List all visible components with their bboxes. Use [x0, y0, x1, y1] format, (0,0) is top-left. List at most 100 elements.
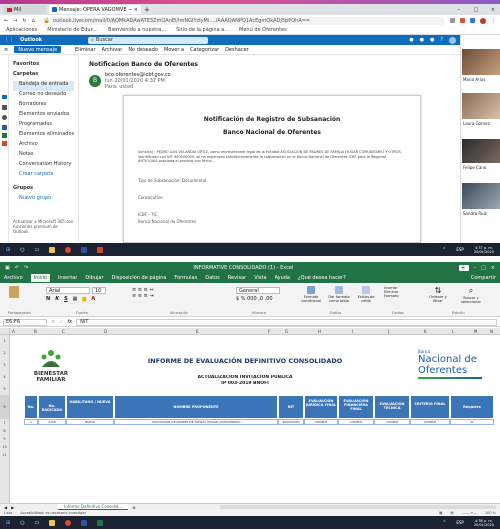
folder-item[interactable]: Elementos eliminados: [13, 131, 74, 141]
bold-button[interactable]: N: [46, 296, 50, 302]
app-launcher-icon[interactable]: ⋮⋮: [4, 37, 14, 43]
table-cell[interactable]: CUMPLE: [410, 419, 450, 425]
prev-sheet-icon[interactable]: ◀: [4, 505, 7, 510]
tray-icon[interactable]: ⌃: [442, 520, 446, 526]
find-select-button[interactable]: ⌕ Buscar y seleccionar: [456, 286, 486, 308]
bookmark[interactable]: Menú de Oferentes: [239, 27, 287, 33]
column-header[interactable]: F: [268, 329, 270, 334]
column-header[interactable]: C: [62, 329, 65, 334]
ribbon-button[interactable]: Categorizar: [190, 47, 219, 53]
menu-icon[interactable]: ⋮: [491, 18, 496, 24]
column-header[interactable]: A: [12, 329, 15, 334]
browser-tab[interactable]: Mil: [4, 5, 46, 14]
table-cell[interactable]: ASOCIACION DE PADRES DE FAMILIA HOGAR CO…: [114, 419, 278, 425]
bookmark[interactable]: Ministerio de Educ...: [47, 27, 98, 33]
task-view-icon[interactable]: ▭: [35, 247, 40, 253]
file-explorer-icon[interactable]: [49, 246, 56, 253]
reload-icon[interactable]: ↻: [22, 18, 26, 24]
row-header[interactable]: 1: [0, 335, 9, 347]
folder-item[interactable]: Elementos enviados: [13, 111, 74, 121]
italic-button[interactable]: K: [55, 296, 59, 302]
name-box[interactable]: E6:F6: [3, 318, 47, 326]
add-sheet-button[interactable]: ⊕: [132, 505, 135, 510]
folder-item[interactable]: Correo no deseado: [13, 91, 74, 101]
table-cell[interactable]: CUMPLE: [374, 419, 410, 425]
bookmark[interactable]: Bienvenido a nuestra...: [108, 27, 166, 33]
folder-item[interactable]: Programados: [13, 121, 74, 131]
ribbon-button[interactable]: Eliminar: [75, 47, 96, 53]
column-header[interactable]: J: [388, 329, 389, 334]
row-header[interactable]: 9: [0, 435, 9, 443]
minimize-icon[interactable]: –: [452, 7, 466, 13]
row-header[interactable]: 4: [0, 371, 9, 383]
gear-icon[interactable]: ●: [430, 37, 434, 43]
maximize-icon[interactable]: □: [469, 7, 483, 13]
maximize-icon[interactable]: □: [481, 265, 486, 271]
zoom-slider[interactable]: –——+—: [462, 511, 477, 515]
table-cell[interactable]: NUEVA: [66, 419, 114, 425]
table-header-cell[interactable]: EVALUACIÓN TÉCNICA: [374, 395, 410, 419]
tab-insert[interactable]: Insertar: [58, 275, 77, 281]
folder-header[interactable]: Grupos: [13, 185, 74, 195]
folder-item[interactable]: Nuevo grupo: [13, 195, 74, 205]
folder-item[interactable]: Bandeja de entrada: [13, 81, 74, 91]
format-table-button[interactable]: Dar formato como tabla: [326, 286, 352, 308]
new-tab-button[interactable]: +: [144, 6, 150, 14]
column-header[interactable]: N: [490, 329, 493, 334]
number-buttons[interactable]: $ % 000 ,0 ,00: [236, 296, 273, 302]
table-header-cell[interactable]: NOMBRE PROPONENTE: [114, 395, 278, 419]
horizontal-scrollbar[interactable]: [219, 505, 496, 509]
tab-formulas[interactable]: Fórmulas: [174, 275, 197, 281]
folder-item[interactable]: Crear carpeta: [13, 171, 74, 181]
task-view-icon[interactable]: ▭: [35, 520, 40, 526]
star-icon[interactable]: [450, 18, 455, 23]
share-button[interactable]: Compartir: [471, 275, 496, 281]
help-icon[interactable]: ?: [440, 37, 443, 43]
chrome-icon[interactable]: [65, 246, 72, 253]
column-header[interactable]: I: [352, 329, 353, 334]
tab-home[interactable]: Inicio: [30, 274, 50, 282]
calendar-icon[interactable]: [2, 105, 7, 110]
excel-icon[interactable]: [2, 133, 7, 138]
folder-item[interactable]: Notas: [13, 151, 74, 161]
table-cell[interactable]: 900000000: [278, 419, 304, 425]
word-icon[interactable]: [81, 246, 88, 253]
search-input[interactable]: ⌕ Buscar: [88, 36, 209, 44]
column-header[interactable]: E: [196, 329, 199, 334]
view-normal-icon[interactable]: ▦: [439, 511, 442, 515]
search-icon[interactable]: ○: [20, 247, 24, 253]
tab-view[interactable]: Vista: [254, 275, 266, 281]
align-icon[interactable]: ≡ ≡ ≡ ⇥: [132, 293, 154, 299]
folder-item[interactable]: Conversation History: [13, 161, 74, 171]
language-indicator[interactable]: ESP: [456, 247, 463, 252]
forward-icon[interactable]: →: [13, 18, 17, 24]
ribbon-button[interactable]: No deseado: [128, 47, 158, 53]
number-format-select[interactable]: General: [236, 287, 280, 294]
ribbon-button[interactable]: Archivar: [102, 47, 123, 53]
accessibility-status[interactable]: Accesibilidad: es necesario investigar: [20, 511, 86, 515]
undo-icon[interactable]: ↶: [15, 265, 19, 271]
column-header[interactable]: D: [104, 329, 107, 334]
redo-icon[interactable]: ↷: [24, 265, 28, 271]
extension-icon[interactable]: [470, 18, 475, 23]
underline-button[interactable]: S: [64, 296, 68, 302]
tab-file[interactable]: Archivo: [4, 275, 23, 281]
powerpoint-icon[interactable]: [2, 141, 7, 146]
column-header[interactable]: B: [34, 329, 37, 334]
fill-color-icon[interactable]: ▆: [82, 296, 86, 302]
row-header[interactable]: 11: [0, 451, 9, 459]
search-icon[interactable]: ○: [20, 520, 24, 526]
bell-icon[interactable]: ●: [420, 37, 424, 43]
zoom-level[interactable]: 100 %: [485, 511, 496, 515]
language-indicator[interactable]: ESP: [456, 520, 463, 525]
table-header-cell[interactable]: EVALUACIÓN FINANCIERA FINAL: [338, 395, 374, 419]
row-header[interactable]: 8: [0, 427, 9, 435]
table-header-cell[interactable]: HABILITADO / NUEVA: [66, 395, 114, 419]
extension-icon[interactable]: [460, 18, 465, 23]
folder-item[interactable]: Archivo: [13, 141, 74, 151]
ribbon-button[interactable]: Deshacer: [225, 47, 249, 53]
font-size-select[interactable]: 10: [92, 287, 106, 294]
back-icon[interactable]: ←: [4, 18, 8, 24]
row-header[interactable]: 7: [0, 419, 9, 427]
skype-icon[interactable]: ●: [409, 37, 413, 43]
